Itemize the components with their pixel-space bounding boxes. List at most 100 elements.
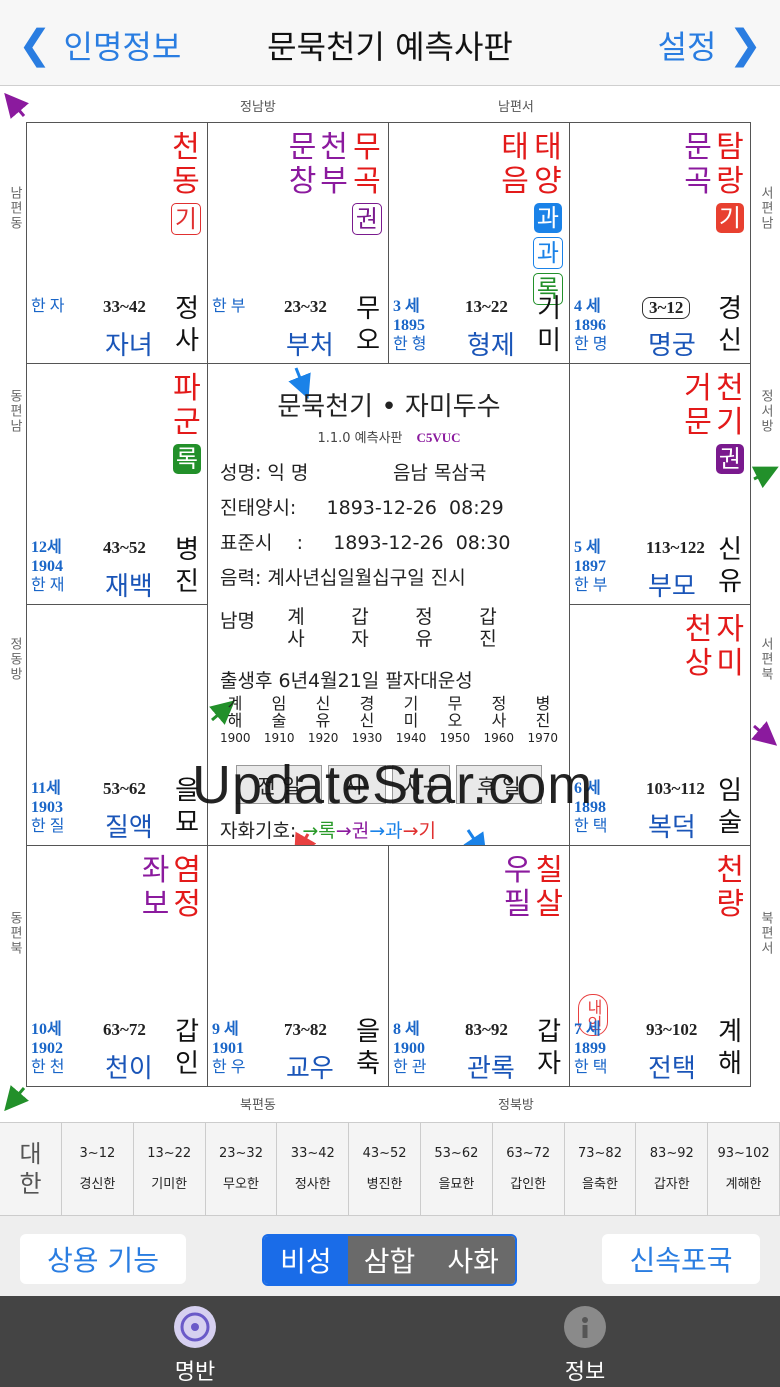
age: 9 세 (212, 1021, 239, 1038)
segment-biseong[interactable]: 비성 (264, 1236, 348, 1284)
ganzhi-stem: 임 (718, 776, 742, 806)
star-char: 곡 (684, 164, 712, 199)
palace-jin[interactable]: 파 군 록 12세 1904 한 재 43~52 재백 병 진 (26, 363, 208, 605)
arrow-top-left (4, 92, 29, 119)
ganzhi-stem: 경 (718, 294, 742, 324)
dayun-year: 1960 (483, 731, 515, 745)
birth-year: 1901 (212, 1040, 244, 1057)
dahan-item[interactable]: 53~62 을묘한 (421, 1123, 493, 1215)
palace-name: 천이 (105, 1054, 153, 1084)
dayun-stem: 무 (447, 694, 463, 713)
palace-yu[interactable]: 천기권거문5 세 1897 한 부 113~122 부모 신 유 (569, 363, 751, 605)
dayun-branch: 오 (447, 711, 463, 730)
dahan-ganzhi: 을묘한 (438, 1177, 475, 1192)
dayun-line: 출생후 6년4월21일 팔자대운성 (220, 670, 473, 692)
palace-hae[interactable]: 천 량 내인 7 세 1899 한 택 93~102 전택 계 해 (569, 845, 751, 1087)
dahan-item[interactable]: 23~32 무오한 (206, 1123, 278, 1215)
major-limit-range: 113~122 (646, 538, 705, 557)
dayun-branch: 유 (315, 711, 331, 730)
major-limit-range: 103~112 (646, 779, 705, 798)
dahan-item[interactable]: 3~12 경신한 (62, 1123, 134, 1215)
limit-name: 한 질 (31, 818, 65, 835)
birth-year: 1904 (31, 558, 63, 575)
settings-button[interactable]: 설정 ❯ (658, 22, 762, 68)
dahan-item[interactable]: 83~92 갑자한 (636, 1123, 709, 1215)
common-functions-button[interactable]: 상용 기능 (20, 1234, 186, 1284)
birth-year: 1903 (31, 799, 63, 816)
ganzhi-branch: 해 (718, 1049, 742, 1079)
segment-sahwa[interactable]: 사화 (431, 1236, 515, 1284)
dahan-item[interactable]: 43~52 병진한 (349, 1123, 421, 1215)
age: 7 세 (574, 1021, 601, 1038)
sihwa-legend: 자화기호: →록→권→과→기 (220, 816, 558, 843)
major-limit-range: 83~92 (465, 1020, 508, 1039)
arrow-bottom-left (4, 1085, 29, 1112)
age: 12세 (31, 539, 62, 556)
star-group: 탐랑기문곡 (684, 131, 744, 233)
palace-myo[interactable]: 11세 1903 한 질 53~62 질액 을 묘 (26, 604, 208, 846)
palace-chuk[interactable]: 9 세 1901 한 우 73~82 교우 을 축 (207, 845, 389, 1087)
star-char: 무 (353, 130, 381, 165)
ganzhi-stem: 계 (718, 1017, 742, 1047)
pillar: 갑진 (456, 606, 520, 650)
pillar-label: 남명 (220, 610, 255, 632)
star-char: 탐 (716, 130, 744, 165)
palace-name: 관록 (467, 1054, 515, 1084)
limit-name: 한 재 (31, 577, 65, 594)
ganzhi: 갑자 (537, 1016, 561, 1080)
toolbar: 상용 기능 비성 삼합 사화 신속포국 (0, 1216, 780, 1296)
limit-name: 한 관 (393, 1059, 427, 1076)
palace-name: 재백 (105, 572, 153, 602)
pillar-branch: 자 (351, 628, 369, 650)
dahan-item[interactable]: 73~82 을축한 (565, 1123, 637, 1215)
star-column: 태양과과록 (532, 131, 563, 305)
sihwa-gwon: →권 (335, 820, 370, 842)
tab-myeongban[interactable]: 명반 (135, 1306, 255, 1386)
star-char: 자 (716, 612, 744, 647)
palace-in[interactable]: 염 정 좌 보 10세 1902 한 천 63~72 천이 갑 인 (26, 845, 208, 1087)
ganzhi: 무오 (356, 293, 380, 357)
palace-sa[interactable]: 천동기한 자 33~42 자녀 정 사 (26, 122, 208, 364)
ganzhi-branch: 신 (718, 326, 742, 356)
dahan-item[interactable]: 13~22 기미한 (134, 1123, 206, 1215)
age-block: 7 세 1899 한 택 (574, 1020, 607, 1077)
dayun-year: 1970 (527, 731, 558, 745)
dayun-branch: 술 (271, 711, 287, 730)
age-block: 4 세 1896 한 명 (574, 297, 607, 354)
dahan-range: 23~32 (219, 1146, 263, 1161)
dayun-item: 계해 (220, 695, 250, 729)
palace-sin[interactable]: 탐랑기문곡4 세 1896 한 명 3~12 명궁 경 신 (569, 122, 751, 364)
segment-samhap[interactable]: 삼합 (347, 1236, 432, 1284)
palace-mi[interactable]: 태양과과록태음 3 세 1895 한 형 13~22 형제 기 미 (388, 122, 570, 364)
dahan-item[interactable]: 63~72 갑인한 (493, 1123, 565, 1215)
navigation-bar: ❮ 인명정보 문묵천기 예측사판 설정 ❯ (0, 0, 780, 86)
star-column: 거문 (684, 372, 712, 474)
dahan-item[interactable]: 93~102 계해한 (708, 1123, 780, 1215)
dahan-ganzhi: 병진한 (366, 1177, 403, 1192)
dahan-range: 13~22 (147, 1146, 192, 1161)
star-char: 량 (716, 887, 744, 922)
star-char: 양 (534, 164, 562, 199)
palace-name: 복덕 (648, 813, 696, 843)
limit-name: 한 부 (574, 577, 608, 594)
star-char: 천 (716, 371, 744, 406)
star-group: 천동기 (170, 131, 201, 235)
dahan-range: 63~72 (506, 1146, 551, 1161)
star-char: 파 (173, 371, 201, 406)
tab-info[interactable]: 정보 (525, 1306, 645, 1386)
dahan-label: 대한 (0, 1123, 62, 1215)
star-char: 랑 (716, 164, 744, 199)
palace-ja[interactable]: 칠살우필 8 세 1900 한 관 83~92 관록 갑 자 (388, 845, 570, 1087)
dahan-range: 43~52 (362, 1146, 407, 1161)
star-char: 군 (173, 405, 201, 440)
dahan-item[interactable]: 33~42 정사한 (277, 1123, 350, 1215)
sihwa-badge: 과 (533, 203, 562, 233)
dahan-ganzhi: 을축한 (582, 1177, 618, 1192)
palace-o[interactable]: 무곡권천부문창한 부 23~32 부처 무 오 (207, 122, 389, 364)
ganzhi-stem: 정 (175, 294, 199, 324)
age: 3 세 (393, 298, 420, 315)
quick-chart-button[interactable]: 신속포국 (602, 1234, 760, 1284)
dayun-stem: 정 (491, 694, 507, 713)
ganzhi: 경신 (718, 293, 742, 357)
palace-sul[interactable]: 자미천상6 세 1898 한 택 103~112 복덕 임 술 (569, 604, 751, 846)
